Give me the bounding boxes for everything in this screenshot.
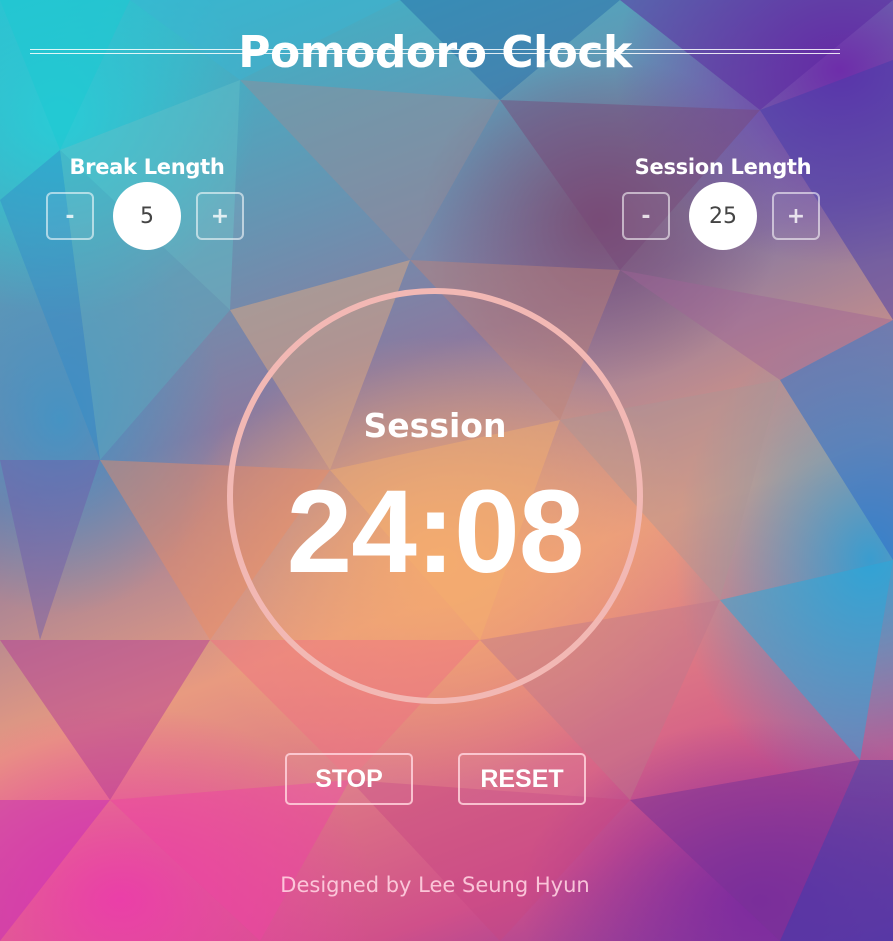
break-increment-button[interactable]: + xyxy=(196,192,244,240)
stop-button[interactable]: STOP xyxy=(285,753,413,805)
timer-mode-label: Session xyxy=(363,406,507,445)
break-decrement-button[interactable]: - xyxy=(46,192,94,240)
session-length-controls: - 25 + xyxy=(613,182,833,252)
reset-button[interactable]: RESET xyxy=(458,753,586,805)
session-increment-button[interactable]: + xyxy=(772,192,820,240)
timer-clock[interactable]: Session 24:08 xyxy=(227,288,643,704)
timer-display: 24:08 xyxy=(286,466,585,598)
break-length-value: 5 xyxy=(113,182,181,250)
break-length-label: Break Length xyxy=(69,155,225,179)
session-length-label: Session Length xyxy=(634,155,812,179)
session-decrement-button[interactable]: - xyxy=(622,192,670,240)
break-length-controls: - 5 + xyxy=(37,182,257,252)
session-length-panel: Session Length - 25 + xyxy=(613,152,833,252)
session-length-value: 25 xyxy=(689,182,757,250)
break-length-panel: Break Length - 5 + xyxy=(37,152,257,252)
title-bar: Pomodoro Clock xyxy=(30,22,840,82)
footer-credit: Designed by Lee Seung Hyun xyxy=(280,873,590,897)
page-title: Pomodoro Clock xyxy=(238,27,632,78)
